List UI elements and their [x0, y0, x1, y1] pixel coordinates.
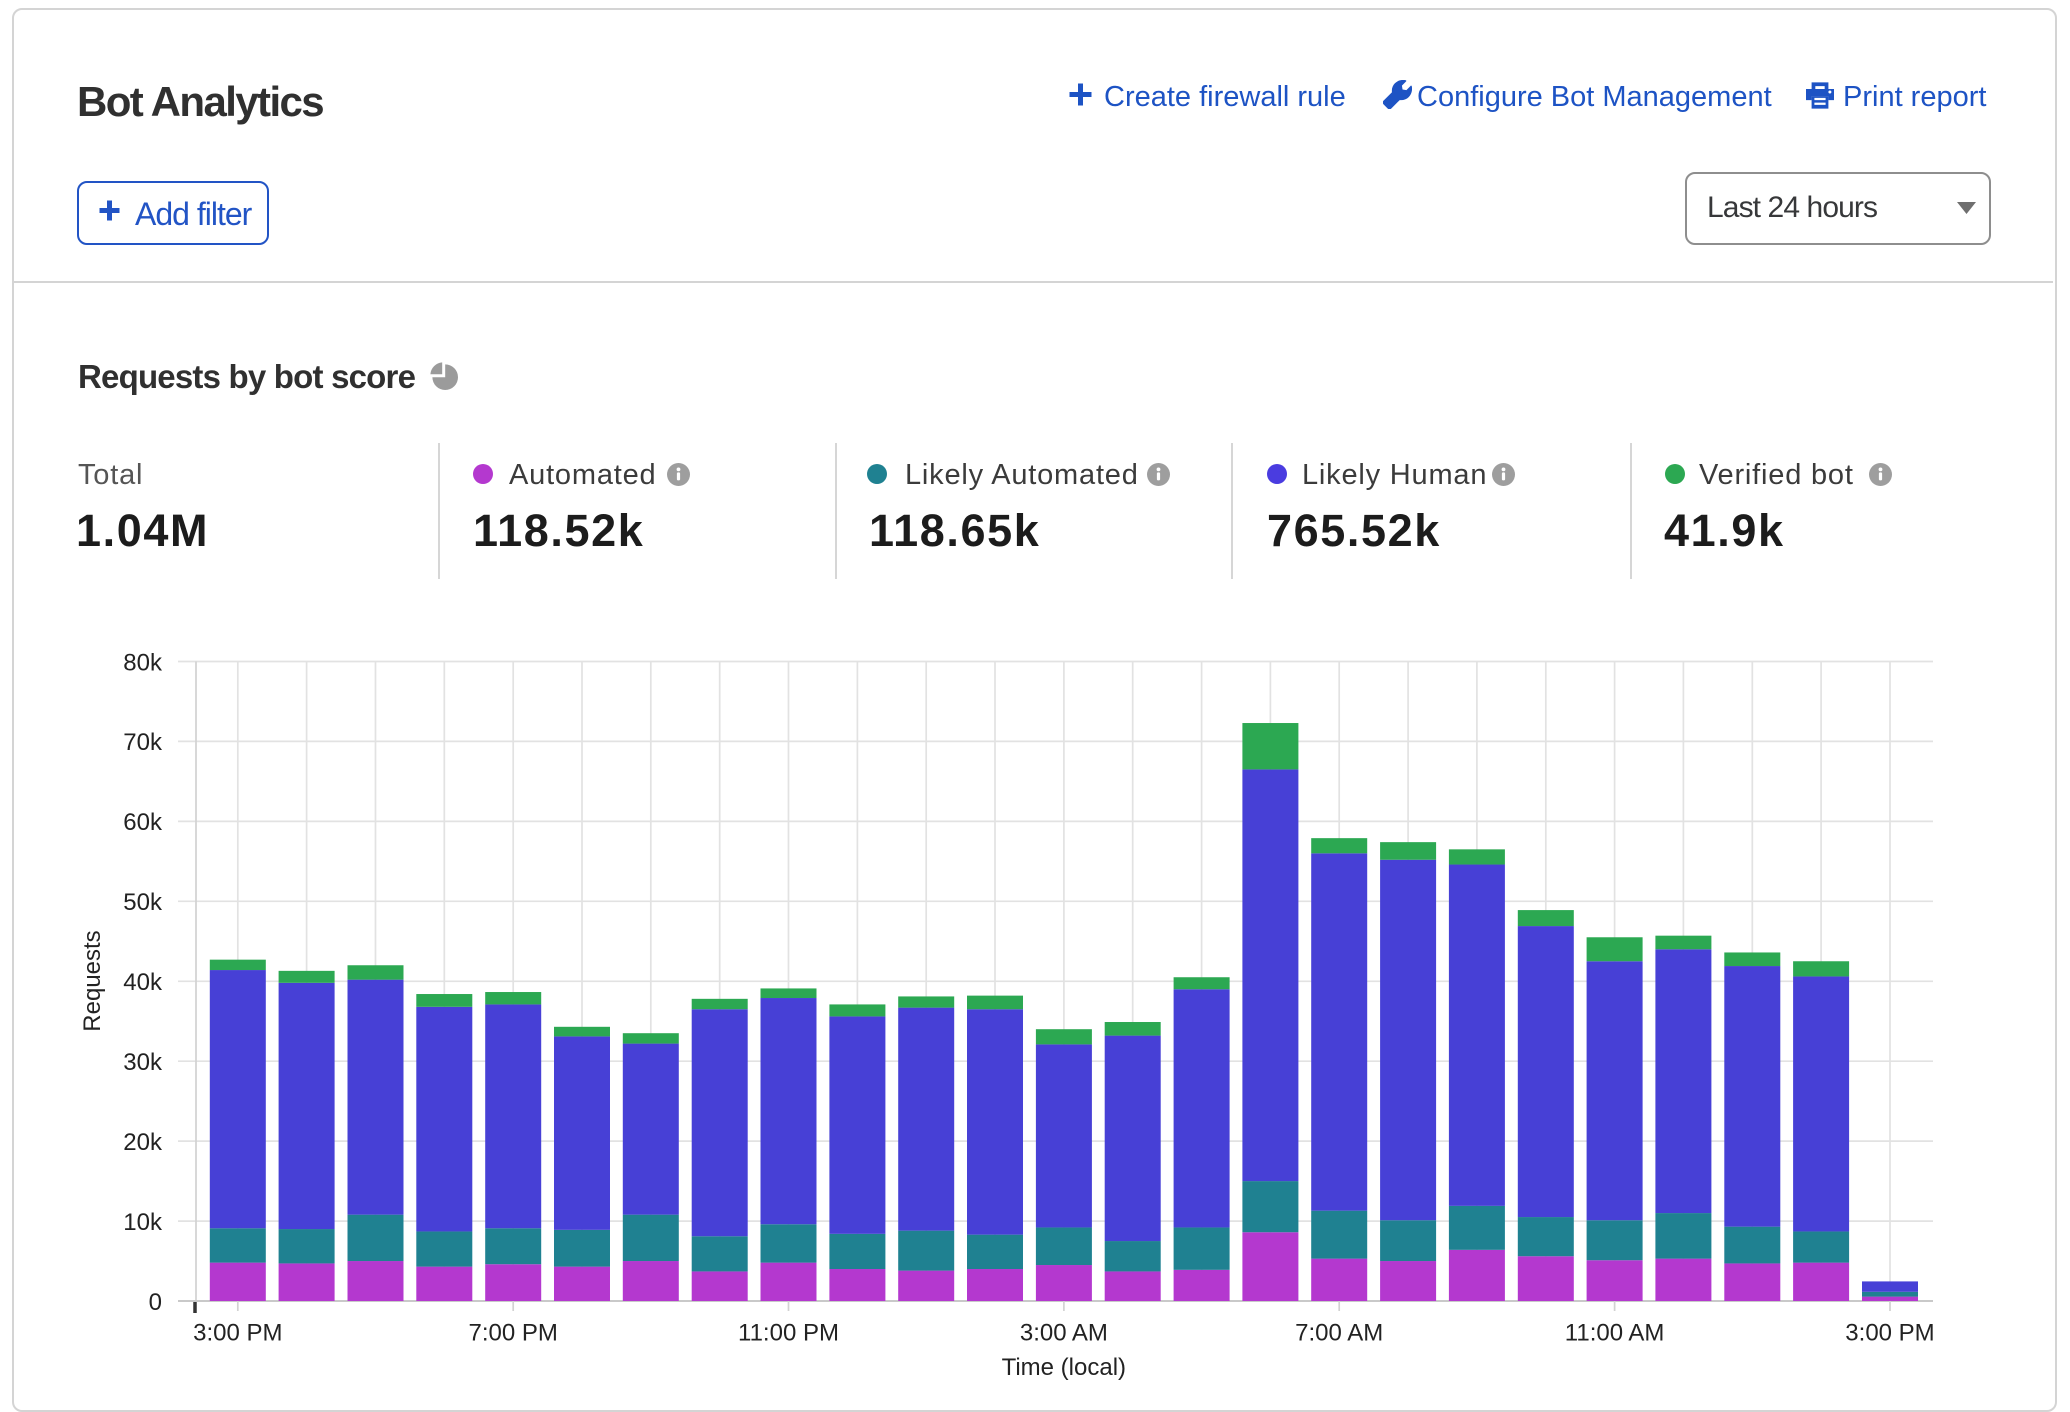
- svg-text:50k: 50k: [123, 889, 163, 916]
- svg-text:11:00 AM: 11:00 AM: [1565, 1320, 1665, 1347]
- svg-text:3:00 PM: 3:00 PM: [1845, 1320, 1934, 1347]
- svg-text:7:00 PM: 7:00 PM: [469, 1320, 558, 1347]
- svg-text:Requests: Requests: [79, 930, 106, 1031]
- svg-text:40k: 40k: [123, 969, 163, 996]
- svg-text:Time (local): Time (local): [1002, 1354, 1126, 1381]
- svg-text:30k: 30k: [123, 1049, 163, 1076]
- svg-text:0: 0: [149, 1289, 162, 1316]
- svg-text:80k: 80k: [123, 649, 163, 676]
- svg-text:3:00 AM: 3:00 AM: [1020, 1320, 1108, 1347]
- svg-text:70k: 70k: [123, 729, 163, 756]
- svg-text:7:00 AM: 7:00 AM: [1295, 1320, 1383, 1347]
- svg-text:60k: 60k: [123, 809, 163, 836]
- svg-text:3:00 PM: 3:00 PM: [193, 1320, 282, 1347]
- svg-text:11:00 PM: 11:00 PM: [738, 1320, 839, 1347]
- svg-text:10k: 10k: [123, 1209, 163, 1236]
- svg-text:20k: 20k: [123, 1129, 163, 1156]
